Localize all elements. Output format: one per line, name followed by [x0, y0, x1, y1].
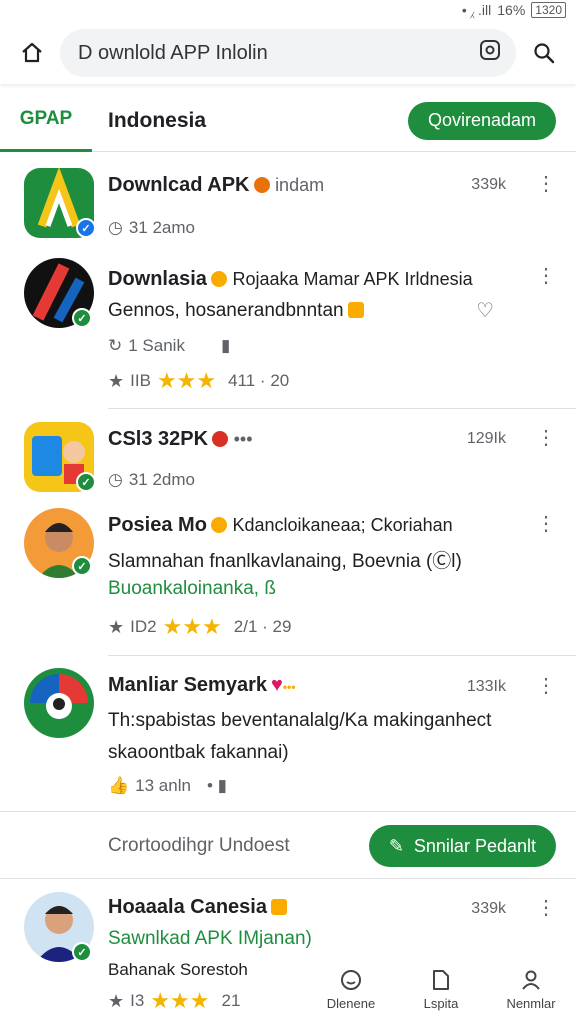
tag-icon [347, 302, 364, 318]
search-icon[interactable] [526, 35, 562, 71]
app-description: Gennos, hosanerandbnntan [108, 300, 364, 322]
star-icon: ★★★ [150, 988, 210, 1013]
folder-icon [433, 969, 449, 990]
badge-icon [212, 431, 229, 447]
coin-icon [210, 517, 227, 533]
clock-icon: ◷ [108, 218, 123, 237]
verified-badge-icon: ✓ [76, 472, 96, 492]
app-title: Manliar Semyark ♥••• [108, 674, 296, 696]
person-icon [522, 970, 540, 990]
star-outline-icon: ★ [108, 616, 125, 637]
heart-icon: ♥ [270, 674, 283, 696]
browser-toolbar: D ownlold APP Inlolin [0, 22, 576, 84]
app-list-item[interactable]: ✓ Downlcad APK indam 339k ⋮ ◷ 31 2amo [0, 160, 576, 250]
app-title: Posiea Mo Kdancloikaneaa; Ckoriahan [108, 514, 453, 536]
more-vert-icon[interactable]: ⋮ [536, 428, 556, 448]
nav-item-profile[interactable]: Nenmlar [486, 968, 576, 1011]
dots-icon: ••• [282, 680, 296, 694]
tag-icon [270, 899, 287, 915]
app-list-item[interactable]: ✓ CSl3 32PK ••• 129Ik ⋮ ◷ 31 2dmo [0, 410, 576, 500]
star-icon: ★★★ [162, 614, 222, 639]
more-vert-icon[interactable]: ⋮ [536, 174, 556, 194]
app-title: CSl3 32PK ••• [108, 428, 253, 450]
verified-badge-icon: ✓ [72, 942, 92, 962]
coin-icon [210, 271, 227, 287]
mouse-icon: • ▮ [206, 776, 227, 795]
more-vert-icon[interactable]: ⋮ [536, 676, 556, 696]
nav-label: Lspita [423, 995, 459, 1011]
clock-icon: ◷ [108, 470, 123, 489]
shield-icon: ▮ [220, 336, 231, 355]
tag-icon: ✎ [388, 835, 404, 856]
app-tagline: Buoankaloinanka, ß [108, 578, 276, 599]
similar-button[interactable]: ✎ Snnilar Pedanlt [368, 825, 556, 867]
app-list-item[interactable]: ✓ Downlasia Rojaaka Mamar APK Irldnesia … [0, 250, 576, 410]
star-outline-icon: ★ [108, 990, 125, 1011]
site-header: GPAP Indonesia Qovirenadam [0, 90, 576, 152]
verified-badge-icon: ✓ [76, 218, 96, 238]
lens-icon[interactable] [478, 38, 502, 68]
refresh-icon: ↻ [108, 336, 123, 355]
app-meta: ◷ 31 2amo [108, 218, 196, 237]
app-description: Slamnahan fnanlkavlanaing, Boevnia (Ⓒl) [108, 551, 462, 572]
app-description: Th:spabistas beventanalalg/Ka makinganhe… [108, 710, 492, 731]
url-text: D ownlold APP Inlolin [78, 41, 268, 64]
app-rating: ★ IIB ★★★ 411 · 20 [108, 368, 290, 393]
more-text: Crortoodihgr Undoest [108, 835, 290, 856]
app-rating: ★ I3 ★★★ 21 [108, 988, 241, 1013]
thumb-icon: 👍 [108, 776, 130, 795]
home-icon[interactable] [14, 35, 50, 71]
smiley-icon [341, 969, 361, 990]
address-bar[interactable]: D ownlold APP Inlolin [60, 29, 516, 77]
verified-badge-icon: ✓ [72, 308, 92, 328]
nav-label: Dlenene [326, 995, 376, 1011]
app-meta: ↻ 1 Sanik ▮ [108, 336, 231, 355]
header-action-button[interactable]: Qovirenadam [407, 101, 556, 140]
divider [0, 811, 576, 812]
star-icon: ★★★ [156, 368, 217, 393]
site-logo[interactable]: GPAP [0, 90, 92, 152]
app-list-item[interactable]: ✓ Posiea Mo Kdancloikaneaa; Ckoriahan ⋮ … [0, 500, 576, 656]
app-description-2: skaoontbak fakannai) [108, 742, 289, 763]
nav-item-home[interactable]: Dlenene [306, 968, 396, 1011]
app-meta: Bahanak Sorestoh [108, 960, 248, 979]
app-size: 133Ik [466, 678, 506, 695]
more-vert-icon[interactable]: ⋮ [536, 898, 556, 918]
heart-icon[interactable]: ♡ [476, 298, 494, 323]
app-meta: 👍 13 anln • ▮ [108, 776, 227, 795]
verified-badge-icon: ✓ [72, 556, 92, 576]
divider [108, 408, 576, 409]
app-title: Downlcad APK indam [108, 174, 325, 196]
app-size: 129Ik [466, 430, 506, 447]
app-icon [24, 668, 94, 738]
leaf-icon [253, 177, 270, 193]
star-outline-icon: ★ [108, 370, 125, 391]
battery-icon: 1320 [531, 2, 566, 18]
nav-label: Nenmlar [506, 995, 556, 1011]
status-bar: • ⁁ .ill 16% 1320 [0, 0, 576, 20]
more-vert-icon[interactable]: ⋮ [536, 266, 556, 286]
battery-percent: 16% [497, 2, 526, 18]
app-meta: ◷ 31 2dmo [108, 470, 196, 489]
bottom-navigation: Dlenene Lspita Nenmlar [306, 954, 576, 1024]
nav-item-files[interactable]: Lspita [396, 968, 486, 1011]
site-title: Indonesia [108, 108, 207, 132]
status-icons: • ⁁ .ill [461, 1, 492, 18]
divider [0, 878, 576, 879]
app-size: 339k [471, 176, 506, 193]
app-title: Downlasia Rojaaka Mamar APK Irldnesia [108, 268, 473, 290]
app-rating: ★ ID2 ★★★ 2/1 · 29 [108, 614, 292, 639]
app-title: Hoaaala Canesia [108, 896, 287, 919]
app-tagline: Sawnlkad APK IMjanan) [108, 928, 312, 949]
more-section: Crortoodihgr Undoest ✎ Snnilar Pedanlt [0, 818, 576, 874]
app-size: 339k [471, 900, 506, 917]
more-vert-icon[interactable]: ⋮ [536, 514, 556, 534]
app-list-item[interactable]: Manliar Semyark ♥••• 133Ik ⋮ Th:spabistas… [0, 656, 576, 812]
